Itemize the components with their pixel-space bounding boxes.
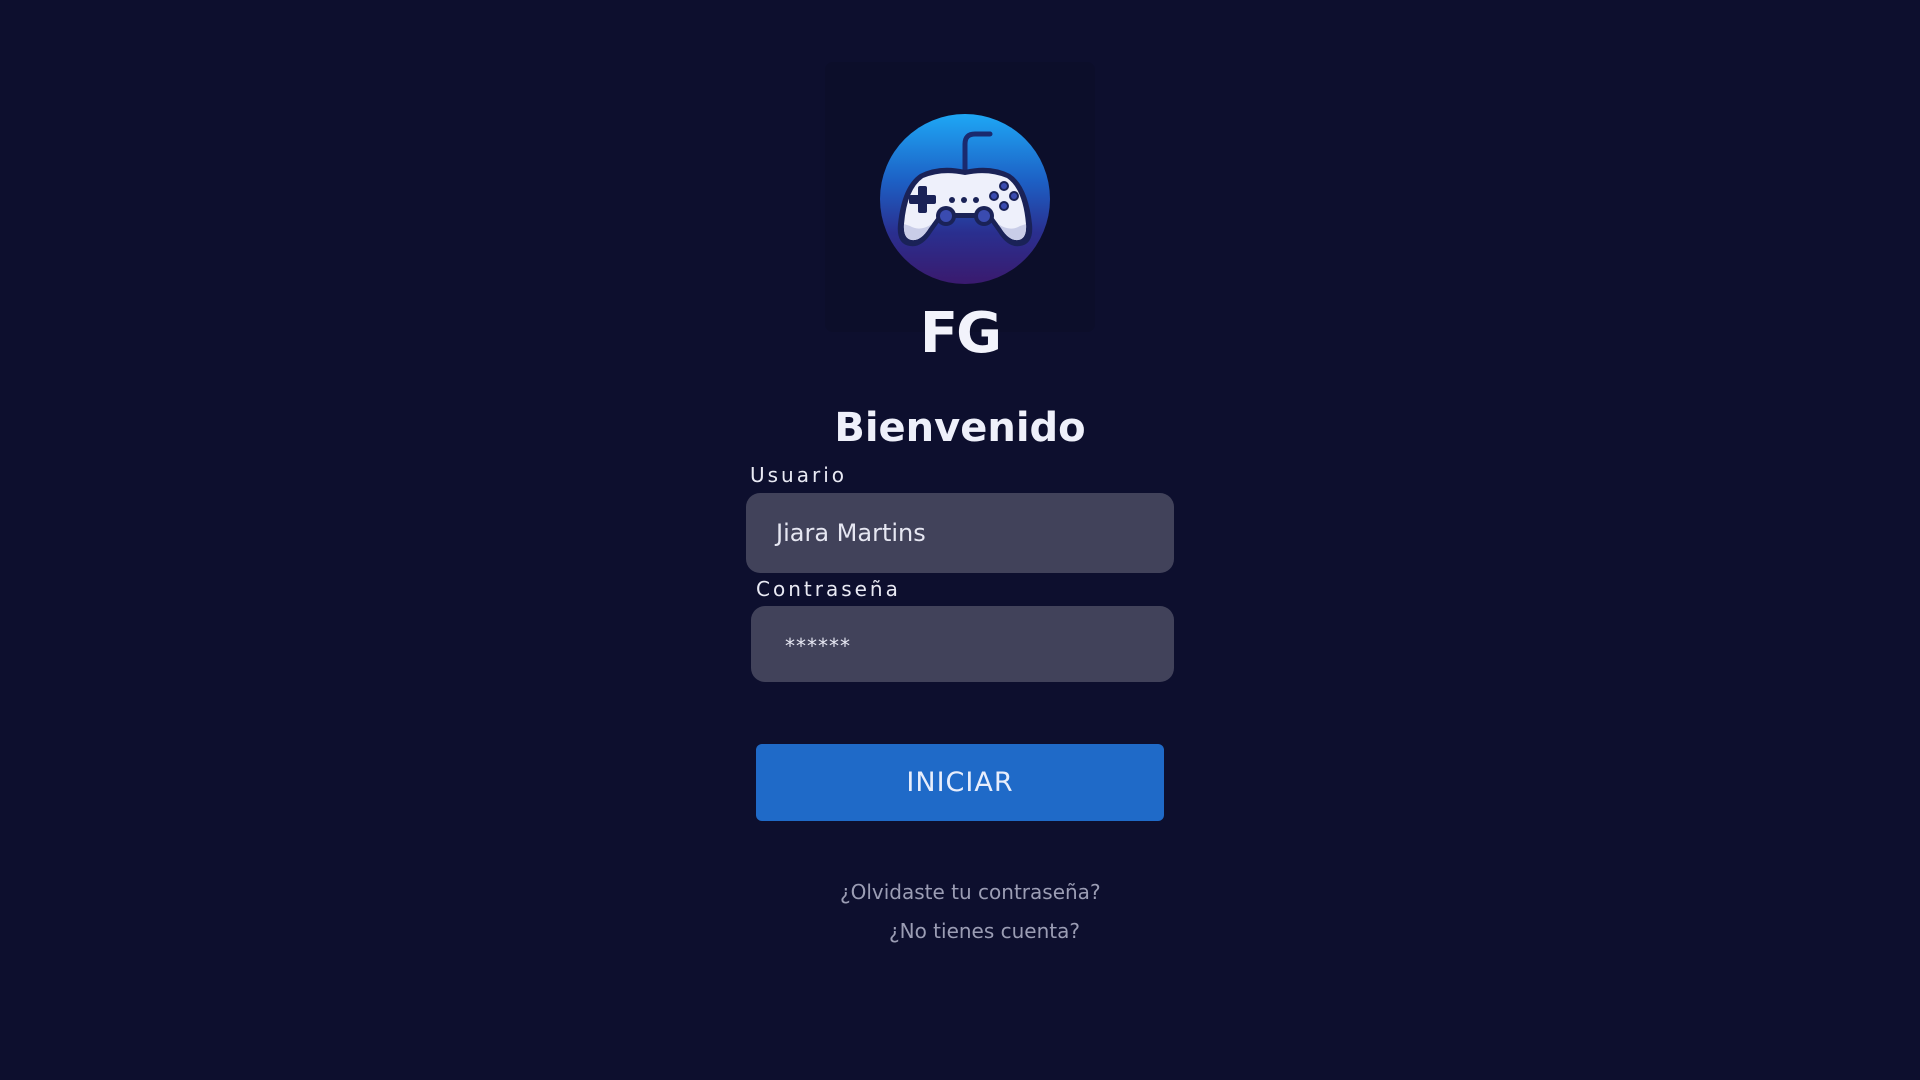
- page-title: Bienvenido: [834, 405, 1086, 451]
- login-button[interactable]: INICIAR: [756, 744, 1164, 821]
- register-link[interactable]: ¿No tienes cuenta?: [889, 917, 1080, 945]
- gamepad-icon: [880, 114, 1050, 284]
- forgot-password-link[interactable]: ¿Olvidaste tu contraseña?: [840, 878, 1101, 906]
- password-label: Contraseña: [756, 577, 901, 601]
- username-field[interactable]: Jiara Martins: [746, 493, 1174, 573]
- brand-logo-text: FG: [919, 301, 1002, 366]
- username-label: Usuario: [750, 463, 848, 487]
- password-field[interactable]: ******: [751, 606, 1174, 682]
- login-page: FG Bienvenido Usuario Jiara Martins Cont…: [0, 0, 1920, 1080]
